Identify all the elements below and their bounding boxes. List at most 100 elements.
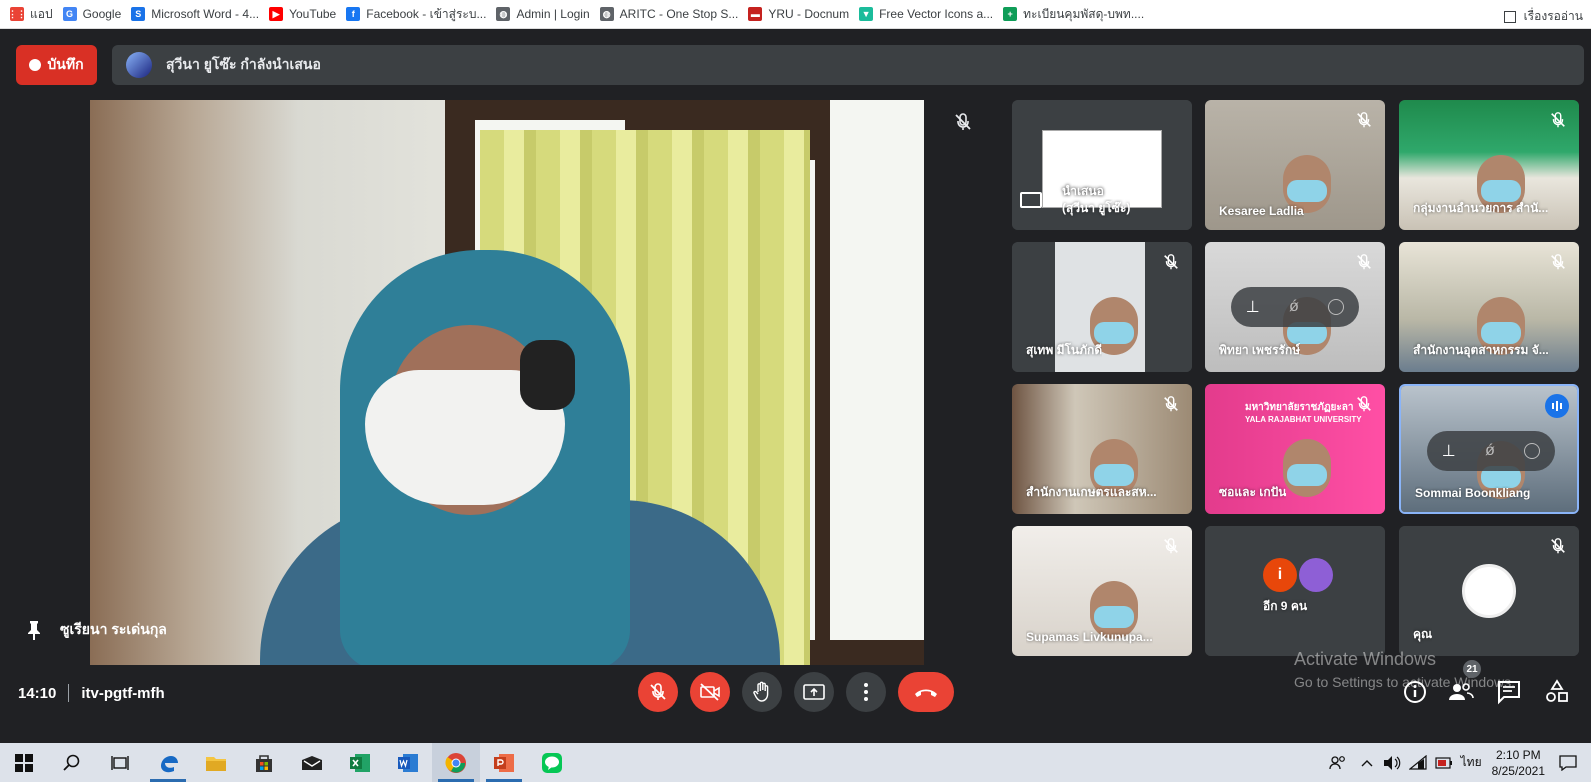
bookmark-6[interactable]: ◍ ARITC - One Stop S... bbox=[599, 7, 739, 21]
spu-icon: S bbox=[131, 7, 146, 21]
taskbar-word[interactable] bbox=[384, 743, 432, 782]
system-tray: ไทย 2:10 PM 8/25/2021 bbox=[1328, 743, 1591, 782]
bookmark-label: แอป bbox=[30, 6, 53, 21]
meeting-details-icon[interactable] bbox=[1402, 679, 1428, 705]
participant-tile[interactable]: สำนักงานอุตสาหกรรม จั... bbox=[1399, 242, 1579, 372]
participant-name: Sommai Boonkliang bbox=[1415, 486, 1531, 500]
bookmark-2[interactable]: S Microsoft Word - 4... bbox=[131, 7, 259, 21]
participant-tile[interactable]: คุณ bbox=[1399, 526, 1579, 656]
recording-button[interactable]: บันทึก bbox=[16, 45, 97, 85]
chevron-up-icon[interactable] bbox=[1361, 757, 1373, 769]
reading-list-icon bbox=[1503, 10, 1516, 23]
bookmark-9[interactable]: + ทะเบียนคุมพัสดุ-บพท.... bbox=[1003, 5, 1144, 24]
bookmark-label: Admin | Login bbox=[516, 7, 590, 21]
mail-icon bbox=[302, 755, 322, 770]
participant-tile[interactable]: Kesaree Ladlia bbox=[1205, 100, 1385, 230]
taskbar-excel[interactable] bbox=[336, 743, 384, 782]
activities-icon[interactable] bbox=[1544, 679, 1570, 705]
taskbar-clock[interactable]: 2:10 PM 8/25/2021 bbox=[1492, 747, 1545, 779]
avatar bbox=[1462, 564, 1516, 618]
bookmark-label: ARITC - One Stop S... bbox=[619, 7, 739, 21]
task-view-button[interactable] bbox=[96, 743, 144, 782]
avatar bbox=[1299, 558, 1333, 592]
taskbar-store[interactable] bbox=[240, 743, 288, 782]
meeting-time: 14:10 bbox=[18, 684, 57, 702]
toggle-microphone-button[interactable] bbox=[638, 672, 678, 712]
meeting-code[interactable]: itv-pgtf-mfh bbox=[81, 685, 164, 702]
raise-hand-button[interactable] bbox=[742, 672, 782, 712]
taskbar-chrome[interactable] bbox=[432, 743, 480, 782]
taskbar-powerpoint[interactable] bbox=[480, 743, 528, 782]
hang-up-icon bbox=[915, 689, 937, 697]
taskbar-mail[interactable] bbox=[288, 743, 336, 782]
participant-tile[interactable]: กลุ่มงานอำนวยการ สำนั... bbox=[1399, 100, 1579, 230]
participant-tile[interactable]: สำนักงานเกษตรและสห... bbox=[1012, 384, 1192, 514]
remove-icon[interactable] bbox=[1524, 443, 1541, 459]
windows-logo-icon bbox=[15, 753, 33, 772]
task-view-icon bbox=[111, 755, 129, 770]
mute-participant-icon[interactable]: ǿ bbox=[1485, 442, 1495, 460]
pin-icon[interactable]: ⊥ bbox=[1442, 441, 1456, 461]
remove-icon[interactable] bbox=[1328, 299, 1345, 315]
pin-icon[interactable]: ⊥ bbox=[1246, 297, 1260, 317]
participant-tile[interactable]: มหาวิทยาลัยราชภัฏยะลา YALA RAJABHAT UNIVE… bbox=[1205, 384, 1385, 514]
wifi-icon[interactable] bbox=[1408, 754, 1427, 771]
bookmark-4[interactable]: f Facebook - เข้าสู่ระบ... bbox=[346, 5, 486, 24]
mic-off-icon bbox=[955, 113, 971, 130]
participant-tile[interactable]: i อีก 9 คน bbox=[1205, 526, 1385, 656]
more-options-button[interactable] bbox=[846, 672, 886, 712]
bookmark-3[interactable]: ▶ YouTube bbox=[269, 7, 336, 21]
excel-icon bbox=[350, 753, 370, 772]
start-button[interactable] bbox=[0, 743, 48, 782]
mic-off-icon bbox=[1355, 111, 1373, 129]
people-icon[interactable] bbox=[1448, 679, 1474, 705]
volume-icon[interactable] bbox=[1383, 755, 1401, 771]
bookmark-label: YRU - Docnum bbox=[768, 7, 850, 21]
sheets-icon: + bbox=[1003, 7, 1018, 21]
bookmark-0[interactable]: ⋮⋮ แอป bbox=[8, 5, 53, 24]
presenting-icon bbox=[1020, 192, 1042, 208]
camera-off-icon bbox=[700, 683, 720, 701]
taskbar-file-explorer[interactable] bbox=[192, 743, 240, 782]
participant-tile[interactable]: นำเสนอ (สุวีนา ยูโซ๊ะ) bbox=[1012, 100, 1192, 230]
leave-call-button[interactable] bbox=[898, 672, 954, 712]
notifications-icon[interactable] bbox=[1559, 754, 1577, 771]
edge-icon bbox=[161, 755, 178, 772]
chat-icon[interactable] bbox=[1496, 679, 1522, 705]
main-speaker-video[interactable] bbox=[90, 100, 924, 665]
pin-icon[interactable] bbox=[26, 620, 42, 640]
search-button[interactable] bbox=[48, 743, 96, 782]
mic-off-icon bbox=[1549, 253, 1567, 271]
store-icon bbox=[256, 754, 272, 772]
toggle-camera-button[interactable] bbox=[690, 672, 730, 712]
bookmark-1[interactable]: G Google bbox=[62, 7, 121, 21]
line-app-icon bbox=[542, 752, 562, 773]
mic-off-icon bbox=[1162, 395, 1180, 413]
battery-icon[interactable] bbox=[1435, 755, 1453, 771]
language-indicator[interactable]: ไทย bbox=[1461, 753, 1482, 772]
taskbar-edge[interactable] bbox=[144, 743, 192, 782]
bookmark-5[interactable]: ◍ Admin | Login bbox=[496, 7, 590, 21]
mic-off-icon bbox=[650, 683, 666, 700]
participant-tile[interactable]: ⊥ ǿ Sommai Boonkliang bbox=[1399, 384, 1579, 514]
mic-off-icon bbox=[1355, 253, 1373, 271]
participant-tile[interactable]: สุเทพ มีโนภักดี bbox=[1012, 242, 1192, 372]
people-icon[interactable] bbox=[1328, 754, 1347, 772]
search-icon bbox=[63, 754, 80, 771]
participant-tile[interactable]: ⊥ ǿ พิทยา เพชรรักษ์ bbox=[1205, 242, 1385, 372]
participant-tile[interactable]: Supamas Livkunupa... bbox=[1012, 526, 1192, 656]
present-now-button[interactable] bbox=[794, 672, 834, 712]
taskbar-line[interactable] bbox=[528, 743, 576, 782]
bookmark-7[interactable]: ▬ YRU - Docnum bbox=[748, 7, 849, 21]
folder-icon: ▬ bbox=[748, 7, 763, 21]
bookmark-8[interactable]: ▼ Free Vector Icons a... bbox=[859, 7, 993, 21]
reading-list-button[interactable]: เรื่องรออ่าน bbox=[1503, 7, 1583, 26]
folder-icon bbox=[206, 756, 226, 771]
participant-name: อีก 9 คน bbox=[1263, 599, 1308, 613]
chrome-icon bbox=[445, 752, 466, 773]
mute-participant-icon[interactable]: ǿ bbox=[1289, 298, 1299, 316]
mic-off-icon bbox=[1549, 111, 1567, 129]
mic-off-icon bbox=[1355, 395, 1373, 413]
meeting-info: 14:10 itv-pgtf-mfh bbox=[18, 684, 165, 702]
facebook-icon: f bbox=[346, 7, 361, 21]
